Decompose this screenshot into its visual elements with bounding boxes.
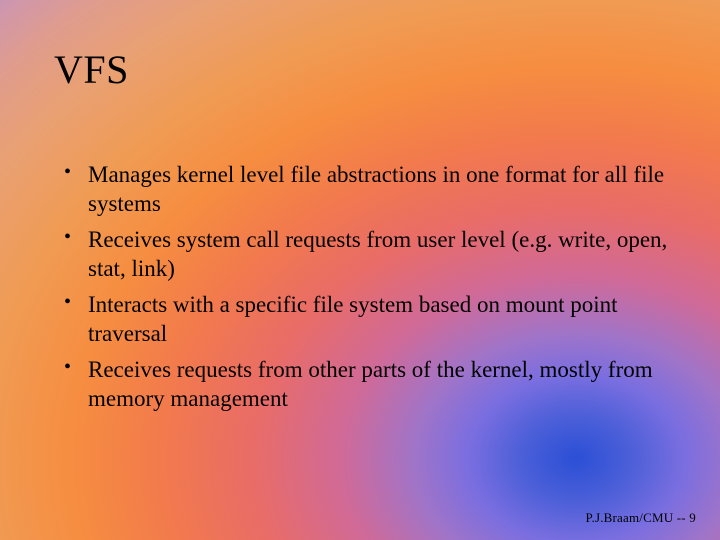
bullet-item: Receives requests from other parts of th… [60,355,672,414]
bullet-item: Receives system call requests from user … [60,225,672,284]
bullet-list: Manages kernel level file abstractions i… [60,160,672,414]
bullet-item: Interacts with a specific file system ba… [60,290,672,349]
slide-title: VFS [54,46,129,93]
slide-footer: P.J.Braam/CMU -- 9 [586,510,697,526]
bullet-item: Manages kernel level file abstractions i… [60,160,672,219]
slide-body: Manages kernel level file abstractions i… [60,160,672,420]
slide: VFS Manages kernel level file abstractio… [0,0,720,540]
